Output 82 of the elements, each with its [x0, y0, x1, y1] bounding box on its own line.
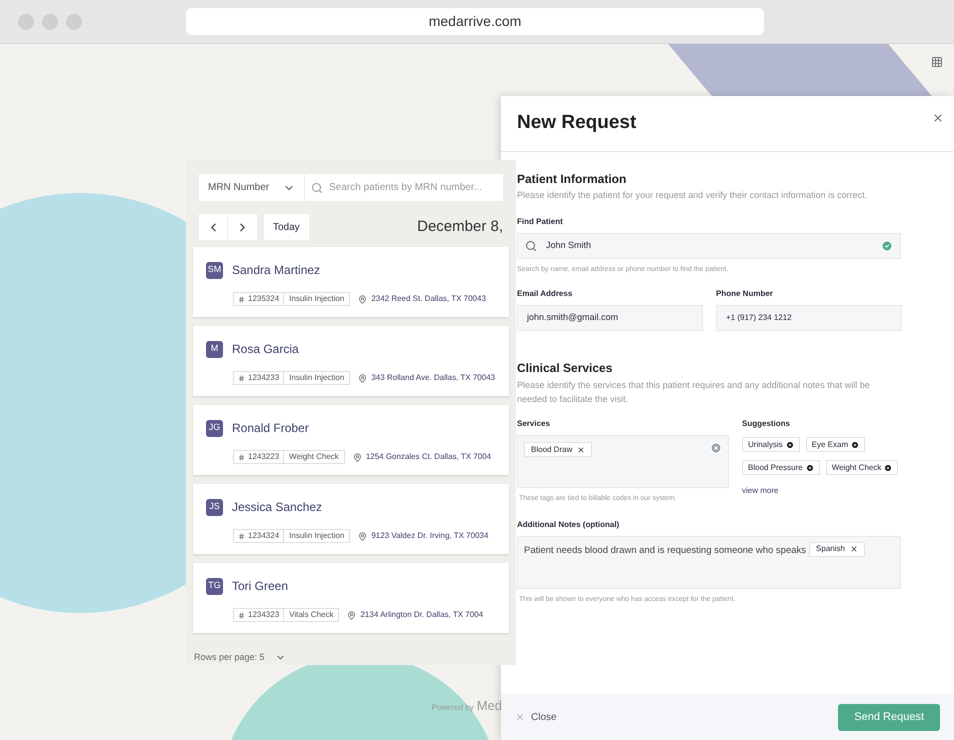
suggestion-chip[interactable]: Eye Exam: [806, 437, 866, 452]
view-more-link[interactable]: view more: [742, 485, 902, 497]
mrn-tag: 1235324: [233, 292, 284, 306]
find-patient-field[interactable]: John Smith: [517, 232, 901, 258]
brand-logo: Med: [476, 697, 502, 715]
patient-address: 1254 Gonzales Ct. Dallas, TX 7004: [366, 451, 492, 463]
drawer-title: New Request: [517, 111, 636, 136]
search-icon: [311, 182, 324, 194]
avatar: JG: [206, 420, 223, 436]
patient-address: 343 Rolland Ave. Dallas, TX 70043: [371, 372, 496, 384]
hash-icon: [238, 374, 245, 382]
location-pin-icon: [358, 374, 368, 382]
patient-card[interactable]: JG Ronald Frober 1243223 Weight Check 1254 Gonzales Ct. Dallas, TX 7004: [193, 405, 509, 475]
field-label: Find Patient: [517, 216, 564, 228]
field-label: Suggestions: [742, 418, 792, 430]
hash-icon: [238, 296, 245, 302]
clear-icon[interactable]: [710, 442, 722, 454]
hash-icon: [238, 532, 245, 540]
service-tag: Insulin Injection: [284, 371, 350, 385]
apps-grid-icon[interactable]: [931, 56, 943, 68]
patient-card[interactable]: M Rosa Garcia 1234233 Insulin Injection 343 Rolland Ave. Dallas, TX 70043: [193, 326, 509, 396]
patient-name: Ronald Frober: [232, 420, 309, 437]
mrn-tag: 1234233: [233, 371, 284, 385]
section-heading: Clinical Services: [517, 360, 614, 377]
field-label: Email Address: [517, 288, 574, 300]
field-label: Services: [517, 418, 551, 430]
suggestion-chip[interactable]: Blood Pressure: [742, 460, 820, 475]
location-pin-icon: [358, 294, 368, 304]
patient-address: 2134 Arlington Dr. Dallas, TX 7004: [360, 609, 484, 621]
notes-field[interactable]: Patient needs blood drawn and is requesting someone who speaks Spanish: [517, 536, 901, 588]
patient-name: Jessica Sanchez: [232, 499, 322, 516]
section-description: Please identify the patient for your request and verify their contact information is correct.: [517, 189, 868, 202]
service-tag: Insulin Injection: [284, 292, 350, 306]
patient-card[interactable]: TG Tori Green 1234323 Vitals Check 2134 Arlington Dr. Dallas, TX 7004: [193, 563, 509, 633]
remove-icon[interactable]: [577, 446, 586, 454]
language-chip[interactable]: Spanish: [809, 542, 865, 556]
remove-icon[interactable]: [850, 545, 858, 553]
service-tag: Insulin Injection: [284, 529, 350, 543]
service-tag: Weight Check: [284, 450, 345, 464]
mrn-tag: 1234323: [233, 608, 284, 622]
location-pin-icon: [347, 610, 356, 620]
close-icon: [515, 712, 525, 722]
service-chip[interactable]: Blood Draw: [524, 442, 592, 457]
field-label: Additional Notes (optional): [517, 518, 620, 530]
add-icon: [786, 440, 794, 448]
patient-address: 2342 Reed St. Dallas, TX 70043: [371, 293, 486, 305]
add-icon: [806, 464, 814, 472]
phone-field[interactable]: +1 (917) 234 1212: [716, 305, 902, 331]
suggestion-chip[interactable]: Urinalysis: [742, 437, 800, 452]
close-icon[interactable]: [932, 112, 944, 124]
patient-name: Sandra Martinez: [232, 262, 320, 279]
hash-icon: [238, 454, 245, 460]
avatar: M: [206, 340, 223, 358]
suggestion-chip[interactable]: Weight Check: [826, 460, 898, 475]
location-pin-icon: [352, 452, 362, 462]
field-label: Phone Number: [716, 288, 774, 300]
avatar: TG: [206, 578, 223, 594]
avatar: SM: [206, 262, 223, 278]
mrn-tag: 1234324: [233, 529, 284, 543]
add-icon: [884, 464, 892, 472]
avatar: JS: [206, 498, 223, 516]
patient-address: 9123 Valdez Dr. Irving, TX 70034: [371, 530, 488, 542]
mrn-tag: 1243223: [233, 450, 284, 464]
today-button[interactable]: Today: [264, 214, 309, 240]
location-pin-icon: [358, 532, 368, 540]
email-field[interactable]: john.smith@gmail.com: [517, 305, 703, 331]
patient-card[interactable]: JS Jessica Sanchez 1234324 Insulin Injection 9123 Valdez Dr. Irving, TX 70034: [193, 484, 509, 554]
patient-card[interactable]: SM Sandra Martinez 1235324 Insulin Injection 2342 Reed St. Dallas, TX 70043: [193, 247, 509, 317]
section-heading: Patient Information: [517, 171, 628, 188]
section-description: Please identify the services that this patient requires and any additional notes that will be needed to facilitate the visit.: [517, 379, 871, 406]
filter-dropdown[interactable]: MRN Number: [199, 174, 306, 201]
services-field[interactable]: Blood Draw: [517, 435, 729, 488]
service-tag: Vitals Check: [284, 608, 340, 622]
add-icon: [851, 440, 860, 448]
date-heading: December 8,: [417, 216, 503, 237]
address-bar[interactable]: medarrive.com: [186, 8, 764, 35]
rows-per-page-dropdown[interactable]: Rows per page: 5: [194, 651, 286, 664]
hash-icon: [238, 612, 245, 618]
patient-name: Rosa Garcia: [232, 341, 299, 358]
search-icon: [525, 240, 537, 252]
close-button[interactable]: Close: [515, 710, 557, 724]
patient-name: Tori Green: [232, 578, 288, 595]
